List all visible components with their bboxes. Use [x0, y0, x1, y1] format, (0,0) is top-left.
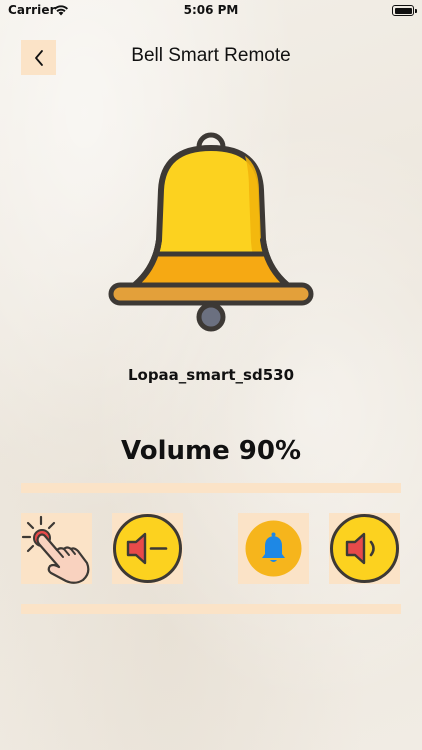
- tap-hand-icon: [21, 515, 90, 584]
- divider: [21, 483, 401, 493]
- page-title: Bell Smart Remote: [131, 45, 291, 66]
- status-bar: Carrier 5:06 PM: [0, 0, 422, 22]
- battery-icon: [392, 5, 417, 16]
- volume-down-icon: [113, 514, 182, 583]
- divider: [21, 604, 401, 614]
- volume-label: Volume 90%: [121, 436, 301, 466]
- volume-down-button[interactable]: [112, 513, 183, 584]
- bell-button[interactable]: [238, 513, 309, 584]
- status-time: 5:06 PM: [183, 3, 239, 17]
- bell-icon: [245, 520, 302, 577]
- volume-up-button[interactable]: [329, 513, 400, 584]
- volume-up-icon: [330, 514, 399, 583]
- bell-icon: [108, 132, 314, 332]
- device-name: Lopaa_smart_sd530: [127, 366, 295, 384]
- ring-button[interactable]: [21, 513, 92, 584]
